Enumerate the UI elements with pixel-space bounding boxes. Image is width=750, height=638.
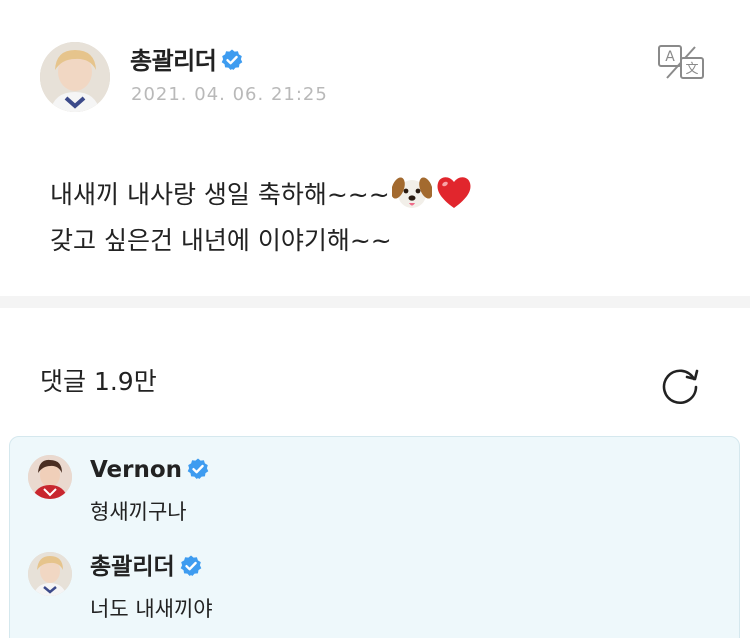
post-line-1-text: 내새끼 내사랑 생일 축하해~~~ <box>50 180 390 209</box>
author-name-text: 총괄리더 <box>130 47 217 75</box>
commenter-name-text: 총괄리더 <box>90 554 175 580</box>
commenter-avatar[interactable] <box>28 552 72 596</box>
translate-button[interactable]: A 文 <box>657 44 707 80</box>
verified-badge-icon <box>220 48 244 72</box>
svg-text:A: A <box>665 49 675 65</box>
author-name[interactable]: 총괄리더 <box>130 46 244 76</box>
section-divider <box>0 296 750 308</box>
comments-count: 댓글 1.9만 <box>40 367 157 396</box>
comment-item: Vernon 형새끼구나 <box>28 437 708 524</box>
commenter-name[interactable]: Vernon <box>90 455 210 485</box>
comment-text: 형새끼구나 <box>90 500 187 524</box>
post-page: 총괄리더 2021. 04. 06. 21:25 A 文 내새끼 내사랑 생일 … <box>0 0 750 638</box>
refresh-icon <box>662 369 699 404</box>
comment-item: 총괄리더 너도 내새끼야 <box>28 534 708 621</box>
commenter-name[interactable]: 총괄리더 <box>90 552 203 582</box>
verified-badge-icon <box>179 554 203 578</box>
post-timestamp: 2021. 04. 06. 21:25 <box>131 84 328 105</box>
commenter-name-text: Vernon <box>90 457 183 483</box>
post-line-1: 내새끼 내사랑 생일 축하해~~~ <box>50 172 690 218</box>
verified-badge-icon <box>186 457 210 481</box>
comments-list: Vernon 형새끼구나 총괄리더 너도 내새끼야 <box>9 436 740 638</box>
svg-text:文: 文 <box>685 62 698 77</box>
post-header: 총괄리더 2021. 04. 06. 21:25 A 文 <box>40 42 710 114</box>
refresh-button[interactable] <box>660 364 702 406</box>
post-body: 내새끼 내사랑 생일 축하해~~~ 갖고 싶은건 내년에 이야기해~~ <box>50 172 690 264</box>
dog-face-emoji-icon <box>390 172 433 212</box>
translate-icon: A 文 <box>658 45 704 79</box>
commenter-avatar[interactable] <box>28 455 72 499</box>
red-heart-emoji-icon <box>434 172 474 212</box>
author-avatar[interactable] <box>40 42 110 112</box>
post-line-2: 갖고 싶은건 내년에 이야기해~~ <box>50 226 392 255</box>
comment-text: 너도 내새끼야 <box>90 597 213 621</box>
